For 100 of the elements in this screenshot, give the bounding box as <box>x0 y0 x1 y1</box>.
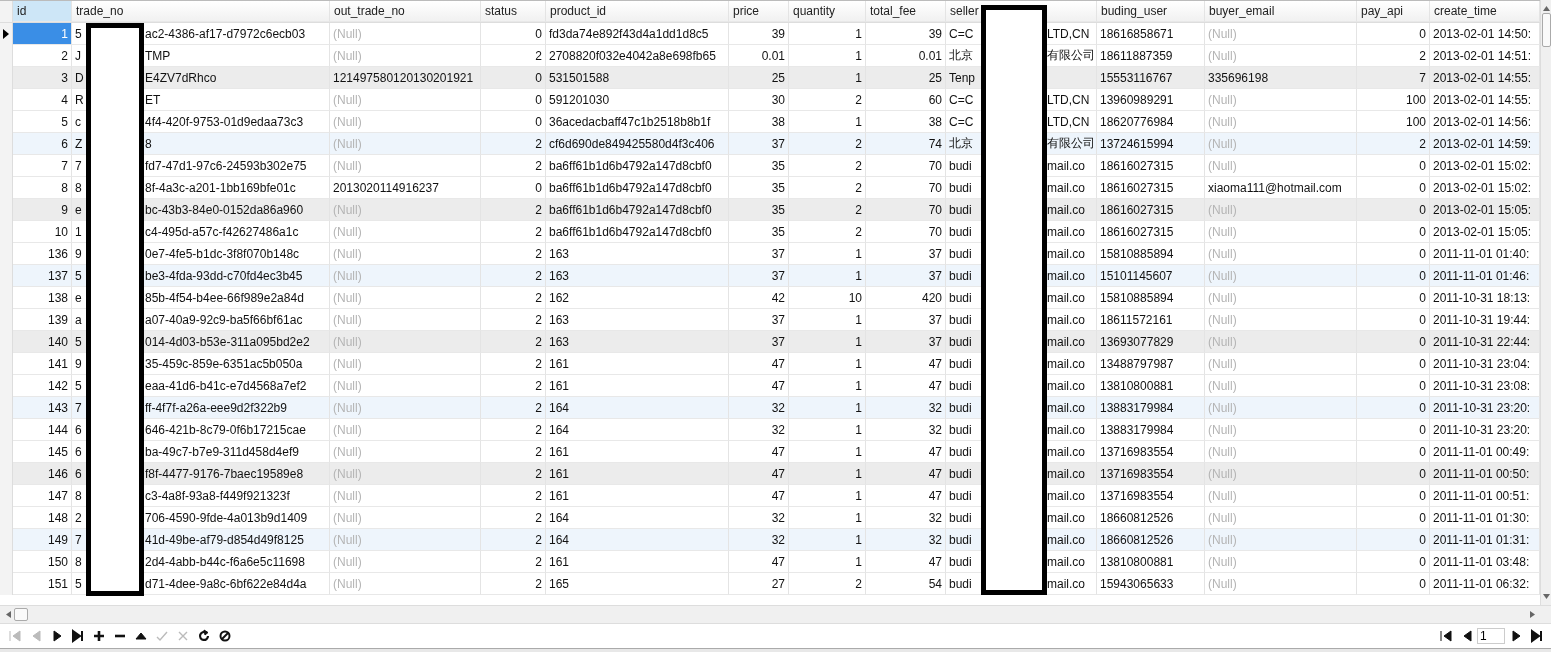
table-cell: mail.co <box>1047 554 1085 569</box>
table-cell: 18616027315 <box>1097 221 1205 243</box>
table-cell: (Null) <box>330 397 481 419</box>
table-cell: E4ZV7dRhco <box>145 70 217 85</box>
table-cell: 35 <box>729 221 789 243</box>
table-cell: 140 <box>13 331 72 353</box>
table-cell: (Null) <box>1205 287 1357 309</box>
table-cell: mail.co <box>1047 422 1085 437</box>
column-header[interactable]: product_id <box>546 1 729 22</box>
table-cell: 2d4-4abb-b44c-f6a6e5c11698 <box>145 554 305 569</box>
table-cell: (Null) <box>1205 199 1357 221</box>
table-cell: 0 <box>481 23 546 45</box>
table-cell: 47 <box>729 551 789 573</box>
table-cell: budi <box>949 444 972 459</box>
table-cell: ba6ff61b1d6b4792a147d8cbf0 <box>546 155 729 177</box>
column-header[interactable]: quantity <box>789 1 866 22</box>
column-header[interactable]: price <box>729 1 789 22</box>
table-cell: mail.co <box>1047 356 1085 371</box>
table-cell: budi <box>949 224 972 239</box>
scroll-right-icon[interactable] <box>1530 611 1535 618</box>
table-cell: 0 <box>1357 331 1430 353</box>
table-cell: 0 <box>1357 551 1430 573</box>
table-cell: C=C <box>949 92 974 107</box>
column-header[interactable]: trade_no <box>72 1 330 22</box>
column-header[interactable]: buyer_email <box>1205 1 1357 22</box>
table-cell: 70 <box>866 199 946 221</box>
table-cell: 147 <box>13 485 72 507</box>
table-cell: 2 <box>789 133 866 155</box>
table-cell: 161 <box>546 463 729 485</box>
table-cell: 1 <box>789 353 866 375</box>
table-cell: 0 <box>1357 353 1430 375</box>
scroll-up-icon[interactable] <box>1542 6 1550 11</box>
table-cell: e <box>75 202 82 217</box>
table-cell: 1 <box>789 397 866 419</box>
table-cell: (Null) <box>330 551 481 573</box>
table-cell: 6 <box>75 444 82 459</box>
table-cell: 37 <box>729 265 789 287</box>
table-cell: (Null) <box>330 353 481 375</box>
table-cell: 163 <box>546 331 729 353</box>
column-header[interactable]: total_fee <box>866 1 946 22</box>
table-cell: ac2-4386-af17-d7972c6ecb03 <box>145 26 306 41</box>
table-cell: 6 <box>13 133 72 155</box>
column-header[interactable]: pay_api <box>1357 1 1430 22</box>
table-cell: 2 <box>789 573 866 595</box>
table-cell: budi <box>949 246 972 261</box>
column-header[interactable]: id <box>13 1 72 22</box>
table-cell: 32 <box>866 397 946 419</box>
table-cell: 5 <box>75 576 82 591</box>
table-cell: 2 <box>481 221 546 243</box>
table-cell: LTD,CN <box>1047 92 1090 107</box>
table-cell: 37 <box>729 331 789 353</box>
table-cell: 151 <box>13 573 72 595</box>
table-cell: budi <box>949 290 972 305</box>
table-cell: 35-459c-859e-6351ac5b050a <box>145 356 303 371</box>
table-cell: mail.co <box>1047 158 1085 173</box>
table-cell: d71-4dee-9a8c-6bf622e84d4a <box>145 576 307 591</box>
column-header[interactable]: out_trade_no <box>330 1 481 22</box>
table-cell: TMP <box>145 48 171 63</box>
column-header[interactable]: status <box>481 1 546 22</box>
table-cell: 70 <box>866 155 946 177</box>
table-cell: ba-49c7-b7e9-311d458d4ef9 <box>145 444 299 459</box>
table-cell: 2 <box>481 265 546 287</box>
row-header[interactable] <box>0 23 13 45</box>
table-cell: (Null) <box>330 265 481 287</box>
table-cell: 13488797987 <box>1097 353 1205 375</box>
table-cell: mail.co <box>1047 532 1085 547</box>
table-cell: 3 <box>13 67 72 89</box>
table-cell: (Null) <box>1205 265 1357 287</box>
table-cell: (Null) <box>1205 419 1357 441</box>
table-cell: 32 <box>866 529 946 551</box>
scrollbar-thumb[interactable] <box>14 608 28 621</box>
table-cell: mail.co <box>1047 334 1085 349</box>
table-cell: 9 <box>75 356 82 371</box>
table-cell: 5 <box>75 26 82 41</box>
table-cell: budi <box>949 400 972 415</box>
table-cell: c <box>75 114 81 129</box>
scroll-down-icon[interactable] <box>1542 594 1550 599</box>
table-cell: 141 <box>13 353 72 375</box>
table-cell: budi <box>949 202 972 217</box>
table-cell: mail.co <box>1047 290 1085 305</box>
table-cell: 149 <box>13 529 72 551</box>
page-field[interactable]: 1 <box>1477 628 1505 644</box>
table-cell: 8 <box>75 180 82 195</box>
table-cell: (Null) <box>1205 133 1357 155</box>
table-cell: 37 <box>866 331 946 353</box>
column-header[interactable]: buding_user <box>1097 1 1205 22</box>
table-cell: 13883179984 <box>1097 419 1205 441</box>
table-cell: 47 <box>866 463 946 485</box>
table-cell: mail.co <box>1047 444 1085 459</box>
table-cell: budi <box>949 510 972 525</box>
table-cell: 162 <box>546 287 729 309</box>
table-cell: c3-4a8f-93a8-f449f921323f <box>145 488 290 503</box>
table-cell: 0e7-4fe5-b1dc-3f8f070b148c <box>145 246 300 261</box>
scrollbar-thumb[interactable] <box>1541 13 1551 47</box>
table-cell: 2 <box>481 133 546 155</box>
table-cell: 2 <box>481 463 546 485</box>
table-cell: 2 <box>481 331 546 353</box>
table-cell: LTD,CN <box>1047 26 1090 41</box>
table-cell: (Null) <box>330 23 481 45</box>
scroll-left-icon[interactable] <box>6 611 11 618</box>
